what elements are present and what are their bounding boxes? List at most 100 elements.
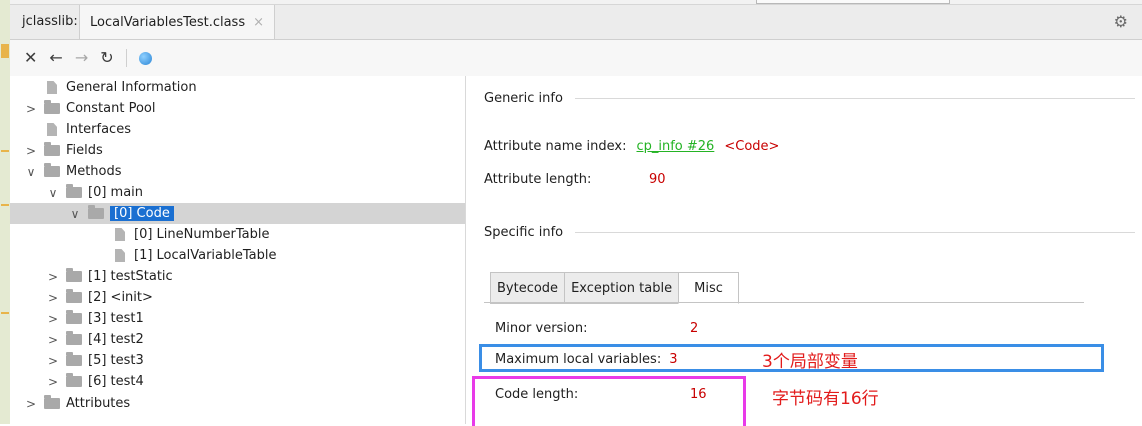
tree-item-label: [3] test1 xyxy=(88,311,144,326)
section-title: Specific info xyxy=(484,225,564,240)
globe-icon[interactable] xyxy=(138,51,152,65)
field-label: Attribute name index: xyxy=(484,139,627,154)
chevron-down-icon[interactable]: ∨ xyxy=(24,165,38,179)
folder-icon xyxy=(44,142,60,156)
gutter-marker xyxy=(1,150,9,152)
chevron-right-icon[interactable]: > xyxy=(24,144,38,158)
folder-icon xyxy=(66,352,82,366)
folder-icon xyxy=(66,289,82,303)
section-divider xyxy=(574,98,1135,99)
back-arrow-icon[interactable]: ← xyxy=(49,50,62,66)
field-value: 2 xyxy=(690,321,699,336)
top-dropdown-edge[interactable] xyxy=(756,0,950,4)
tree-item-method-test3[interactable]: > [5] test3 xyxy=(10,350,465,371)
tree-item-label: Attributes xyxy=(66,396,131,411)
tree-item-method-init[interactable]: > [2] <init> xyxy=(10,287,465,308)
tree-item-label: [1] LocalVariableTable xyxy=(134,248,277,263)
attribute-detail-panel: Generic info Attribute name index: cp_in… xyxy=(466,76,1142,426)
gear-icon[interactable]: ⚙ xyxy=(1114,12,1128,31)
refresh-icon[interactable]: ↻ xyxy=(100,50,113,66)
folder-icon xyxy=(66,184,82,198)
tree-item-methods[interactable]: ∨ Methods xyxy=(10,161,465,182)
class-structure-tree: General Information > Constant Pool Inte… xyxy=(10,76,466,424)
tree-item-interfaces[interactable]: Interfaces xyxy=(10,119,465,140)
chevron-right-icon[interactable]: > xyxy=(46,312,60,326)
tree-item-label: Constant Pool xyxy=(66,101,156,116)
annotation-note-locals: 3个局部变量 xyxy=(762,352,858,372)
tree-item-label: [6] test4 xyxy=(88,374,144,389)
tree-item-method-test4[interactable]: > [6] test4 xyxy=(10,371,465,392)
field-label: Attribute length: xyxy=(484,172,592,187)
tab-exception-table[interactable]: Exception table xyxy=(564,272,679,304)
file-icon xyxy=(115,249,125,262)
annotation-highlight-box xyxy=(472,376,746,426)
tree-item-label: [0] main xyxy=(88,185,144,200)
folder-icon xyxy=(44,163,60,177)
chevron-down-icon[interactable]: ∨ xyxy=(68,207,82,221)
tree-item-line-number-table[interactable]: [0] LineNumberTable xyxy=(10,224,465,245)
attribute-length-field: Attribute length: 90 xyxy=(484,172,666,187)
tree-item-local-variable-table[interactable]: [1] LocalVariableTable xyxy=(10,245,465,266)
tree-item-label: [4] test2 xyxy=(88,332,144,347)
tree-item-constant-pool[interactable]: > Constant Pool xyxy=(10,98,465,119)
tree-item-code-selected[interactable]: ∨ [0] Code xyxy=(10,203,465,224)
folder-icon xyxy=(44,100,60,114)
chevron-right-icon[interactable]: > xyxy=(46,354,60,368)
close-icon[interactable]: × xyxy=(253,15,264,30)
tree-item-label: Methods xyxy=(66,164,122,179)
generic-info-section: Generic info xyxy=(484,91,1135,106)
tree-item-label: [2] <init> xyxy=(88,290,153,305)
attribute-name-index-field: Attribute name index: cp_info #26 <Code> xyxy=(484,139,779,154)
field-label: Minor version: xyxy=(495,321,588,336)
tab-label: LocalVariablesTest.class xyxy=(90,14,246,30)
minor-version-row: Minor version: 2 xyxy=(495,321,698,336)
toolbar-separator xyxy=(125,49,127,67)
tree-item-label: [0] Code xyxy=(110,206,174,221)
chevron-right-icon[interactable]: > xyxy=(46,270,60,284)
tree-item-label: [1] testStatic xyxy=(88,269,173,284)
tree-item-attributes[interactable]: > Attributes xyxy=(10,393,465,414)
chevron-right-icon[interactable]: > xyxy=(46,291,60,305)
field-value: <Code> xyxy=(724,139,780,154)
tab-misc[interactable]: Misc xyxy=(678,272,739,304)
gutter-marker xyxy=(1,44,9,58)
folder-icon xyxy=(66,310,82,324)
misc-tab-content xyxy=(484,302,1084,303)
gutter-marker xyxy=(1,204,9,206)
tree-item-label: [5] test3 xyxy=(88,353,144,368)
gutter-marker xyxy=(1,312,9,314)
tab-bytecode[interactable]: Bytecode xyxy=(490,272,565,304)
folder-icon xyxy=(66,268,82,282)
tree-item-general-information[interactable]: General Information xyxy=(10,77,465,98)
tree-item-label: Interfaces xyxy=(66,122,131,137)
file-icon xyxy=(115,228,125,241)
tree-item-method-test2[interactable]: > [4] test2 xyxy=(10,329,465,350)
section-title: Generic info xyxy=(484,91,563,106)
chevron-right-icon[interactable]: > xyxy=(24,102,38,116)
tree-item-method-main[interactable]: ∨ [0] main xyxy=(10,182,465,203)
folder-icon xyxy=(88,205,104,219)
annotation-note-code-length: 字节码有16行 xyxy=(772,389,879,409)
field-value: 90 xyxy=(649,172,666,187)
tree-item-label: General Information xyxy=(66,80,197,95)
folder-icon xyxy=(66,373,82,387)
chevron-right-icon[interactable]: > xyxy=(24,397,38,411)
close-icon[interactable]: ✕ xyxy=(24,50,37,66)
tree-item-label: [0] LineNumberTable xyxy=(134,227,270,242)
editor-tabbar: jclasslib: LocalVariablesTest.class × ⚙ xyxy=(10,5,1142,40)
tree-item-label: Fields xyxy=(66,143,103,158)
chevron-down-icon[interactable]: ∨ xyxy=(46,186,60,200)
folder-icon xyxy=(66,331,82,345)
chevron-right-icon[interactable]: > xyxy=(46,375,60,389)
tree-item-method-test1[interactable]: > [3] test1 xyxy=(10,308,465,329)
file-icon xyxy=(47,123,57,136)
folder-icon xyxy=(44,395,60,409)
tree-item-method-teststatic[interactable]: > [1] testStatic xyxy=(10,266,465,287)
cp-info-link[interactable]: cp_info #26 xyxy=(636,139,714,154)
section-divider xyxy=(575,232,1136,233)
chevron-right-icon[interactable]: > xyxy=(46,333,60,347)
tool-window-title: jclasslib: xyxy=(22,14,78,29)
tab-localvariablestest-class[interactable]: LocalVariablesTest.class × xyxy=(79,5,276,39)
forward-arrow-icon[interactable]: → xyxy=(75,50,88,66)
tree-item-fields[interactable]: > Fields xyxy=(10,140,465,161)
